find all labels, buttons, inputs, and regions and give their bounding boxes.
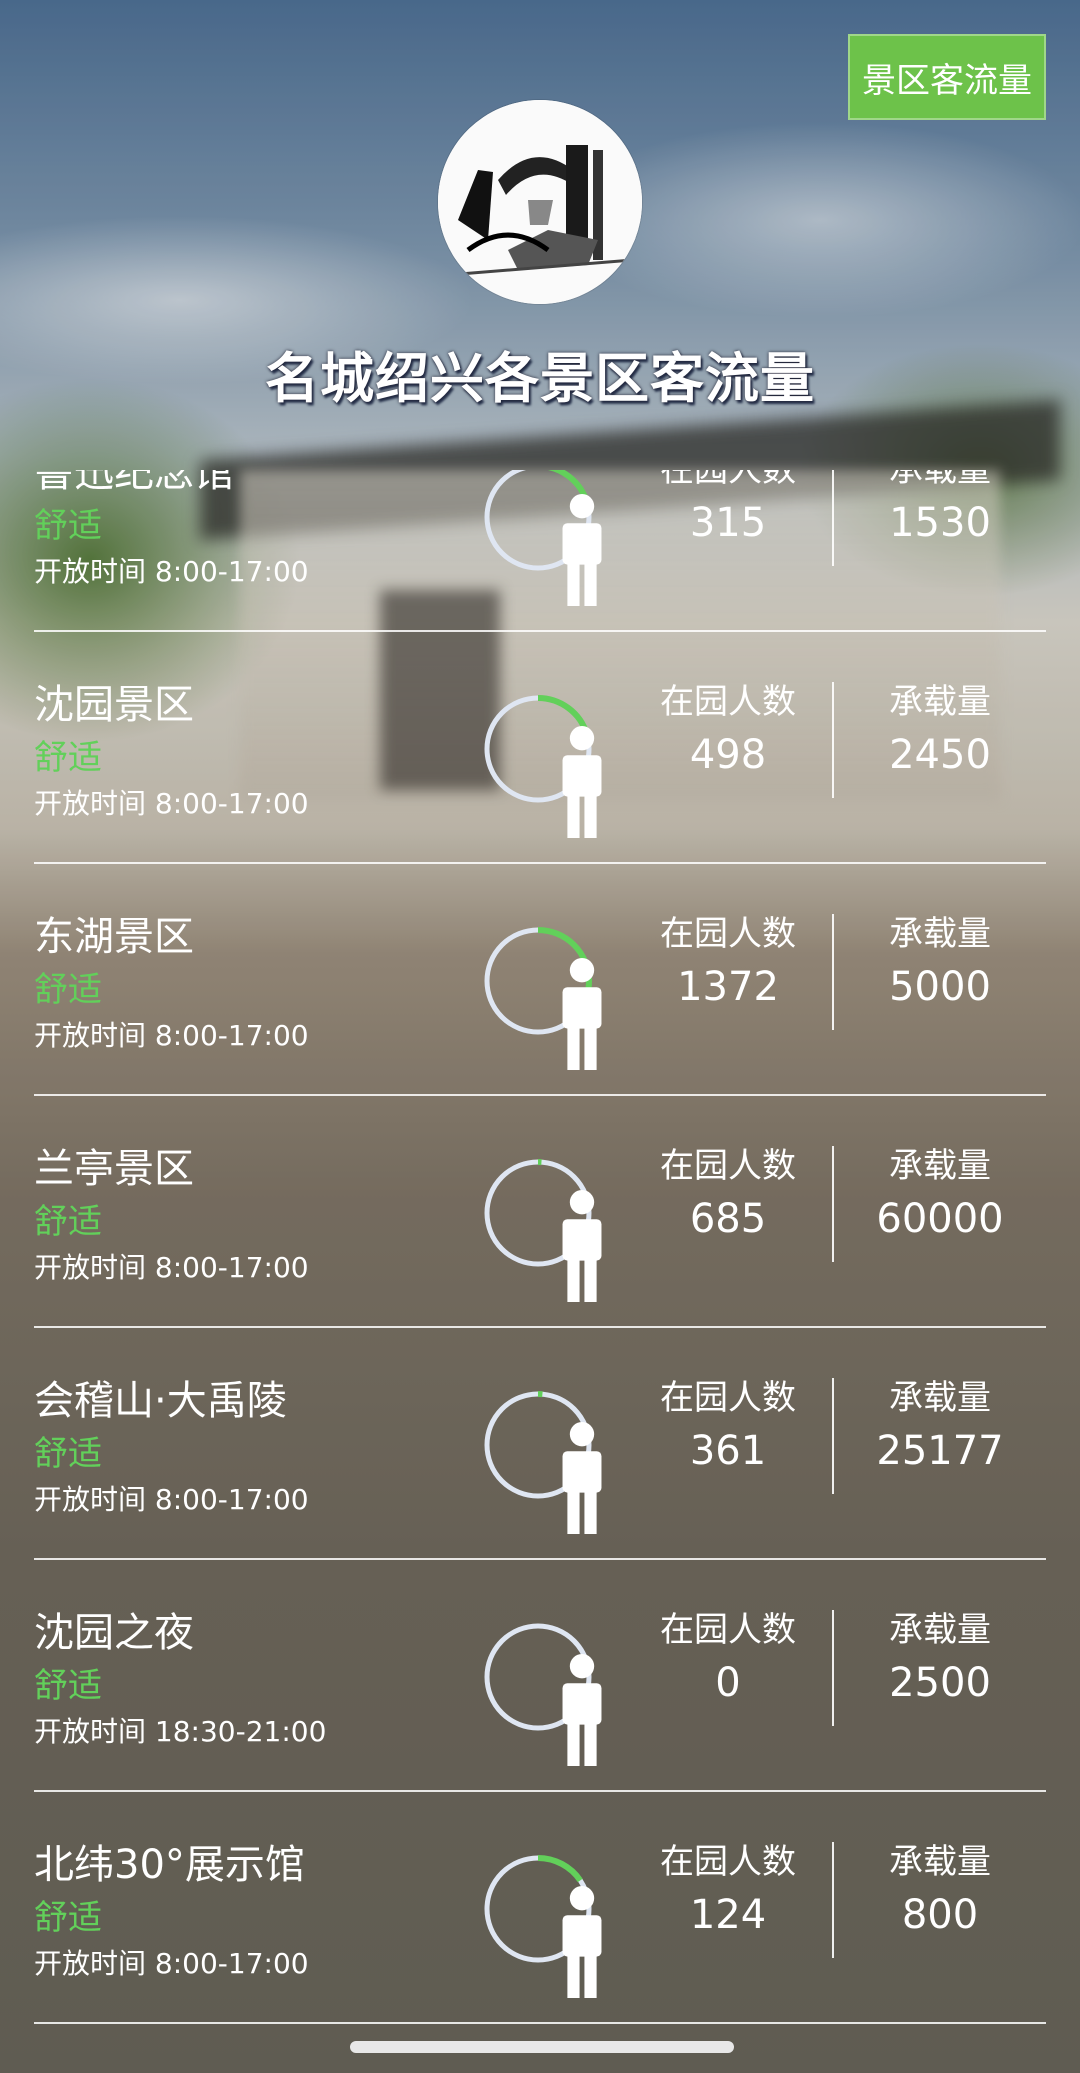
capacity-value: 2500 (889, 1660, 991, 1706)
capacity-value: 5000 (889, 964, 991, 1010)
scenic-spot-name: 沈园之夜 (34, 1610, 194, 1656)
in-park-count: 0 (715, 1660, 741, 1706)
comfort-status: 舒适 (34, 1434, 102, 1474)
scenic-spot-row[interactable]: 沈园景区 舒适 开放时间 8:00-17:00 在园人数 498 承载量 245… (34, 632, 1046, 864)
scenic-spot-name: 北纬30°展示馆 (34, 1842, 305, 1888)
capacity-label: 承载量 (889, 1146, 991, 1186)
in-park-label: 在园人数 (660, 682, 796, 722)
scenic-spot-name: 鲁迅纪念馆 (34, 470, 234, 496)
comfort-status: 舒适 (34, 970, 102, 1010)
capacity-value: 800 (901, 1892, 979, 1938)
person-icon (562, 1886, 602, 1998)
scenic-spot-name: 沈园景区 (34, 682, 194, 728)
stats-divider (832, 1146, 834, 1262)
in-park-label: 在园人数 (660, 470, 796, 490)
capacity-label: 承载量 (889, 1842, 991, 1882)
capacity-value: 2450 (889, 732, 991, 778)
in-park-count: 124 (689, 1892, 767, 1938)
in-park-count: 1372 (677, 964, 779, 1010)
stats-divider (832, 1842, 834, 1958)
scenic-spot-row[interactable]: 兰亭景区 舒适 开放时间 8:00-17:00 在园人数 685 承载量 600… (34, 1096, 1046, 1328)
scenic-traffic-button[interactable]: 景区客流量 (848, 34, 1046, 120)
in-park-label: 在园人数 (660, 1378, 796, 1418)
occupancy-gauge (482, 1853, 602, 1998)
scenic-spot-row[interactable]: 会稽山·大禹陵 舒适 开放时间 8:00-17:00 在园人数 361 承载量 … (34, 1328, 1046, 1560)
scenic-spot-row[interactable]: 鲁迅纪念馆 舒适 开放时间 8:00-17:00 在园人数 315 承载量 15… (34, 470, 1046, 632)
in-park-count: 685 (689, 1196, 767, 1242)
person-icon (562, 1190, 602, 1302)
stats-divider (832, 470, 834, 566)
scenic-spot-row[interactable]: 北纬30°展示馆 舒适 开放时间 8:00-17:00 在园人数 124 承载量… (34, 1792, 1046, 2024)
occupancy-gauge (482, 925, 602, 1070)
in-park-count: 361 (689, 1428, 767, 1474)
capacity-label: 承载量 (889, 682, 991, 722)
opening-hours: 开放时间 8:00-17:00 (34, 555, 309, 588)
person-icon (562, 1422, 602, 1534)
opening-hours: 开放时间 8:00-17:00 (34, 1947, 309, 1980)
capacity-label: 承载量 (889, 914, 991, 954)
stats-divider (832, 914, 834, 1030)
comfort-status: 舒适 (34, 738, 102, 778)
opening-hours: 开放时间 8:00-17:00 (34, 787, 309, 820)
capacity-value: 1530 (889, 500, 991, 546)
occupancy-gauge (482, 693, 602, 838)
capacity-label: 承载量 (889, 1378, 991, 1418)
person-icon (562, 958, 602, 1070)
occupancy-gauge (482, 1157, 602, 1302)
home-indicator[interactable] (350, 2041, 734, 2053)
scenic-spot-row[interactable]: 东湖景区 舒适 开放时间 8:00-17:00 在园人数 1372 承载量 50… (34, 864, 1046, 1096)
capacity-label: 承载量 (889, 1610, 991, 1650)
in-park-label: 在园人数 (660, 914, 796, 954)
scenic-spot-list-content: 鲁迅纪念馆 舒适 开放时间 8:00-17:00 在园人数 315 承载量 15… (0, 470, 1080, 2024)
stats-divider (832, 1610, 834, 1726)
in-park-count: 498 (689, 732, 767, 778)
capacity-label: 承载量 (889, 470, 991, 490)
scenic-spot-name: 会稽山·大禹陵 (34, 1378, 287, 1424)
in-park-count: 315 (689, 500, 767, 546)
capacity-value: 25177 (876, 1428, 1004, 1474)
in-park-label: 在园人数 (660, 1146, 796, 1186)
scenic-spot-name: 兰亭景区 (34, 1146, 194, 1192)
comfort-status: 舒适 (34, 506, 102, 546)
person-icon (562, 1654, 602, 1766)
opening-hours: 开放时间 8:00-17:00 (34, 1019, 309, 1052)
comfort-status: 舒适 (34, 1666, 102, 1706)
scenic-logo-avatar (438, 100, 642, 304)
occupancy-gauge (482, 470, 602, 606)
person-icon (562, 494, 602, 606)
scenic-spot-row[interactable]: 沈园之夜 舒适 开放时间 18:30-21:00 在园人数 0 承载量 2500 (34, 1560, 1046, 1792)
opening-hours: 开放时间 8:00-17:00 (34, 1251, 309, 1284)
stats-divider (832, 682, 834, 798)
occupancy-gauge (482, 1389, 602, 1534)
comfort-status: 舒适 (34, 1202, 102, 1242)
opening-hours: 开放时间 18:30-21:00 (34, 1715, 327, 1748)
capacity-value: 60000 (876, 1196, 1004, 1242)
stats-divider (832, 1378, 834, 1494)
comfort-status: 舒适 (34, 1898, 102, 1938)
in-park-label: 在园人数 (660, 1842, 796, 1882)
page-title: 名城绍兴各景区客流量 (265, 347, 815, 410)
scenic-spot-list[interactable]: 鲁迅纪念馆 舒适 开放时间 8:00-17:00 在园人数 315 承载量 15… (0, 470, 1080, 2030)
in-park-label: 在园人数 (660, 1610, 796, 1650)
scenic-spot-name: 东湖景区 (34, 914, 194, 960)
opening-hours: 开放时间 8:00-17:00 (34, 1483, 309, 1516)
ink-sketch-image (438, 100, 642, 304)
person-icon (562, 726, 602, 838)
occupancy-gauge (482, 1621, 602, 1766)
